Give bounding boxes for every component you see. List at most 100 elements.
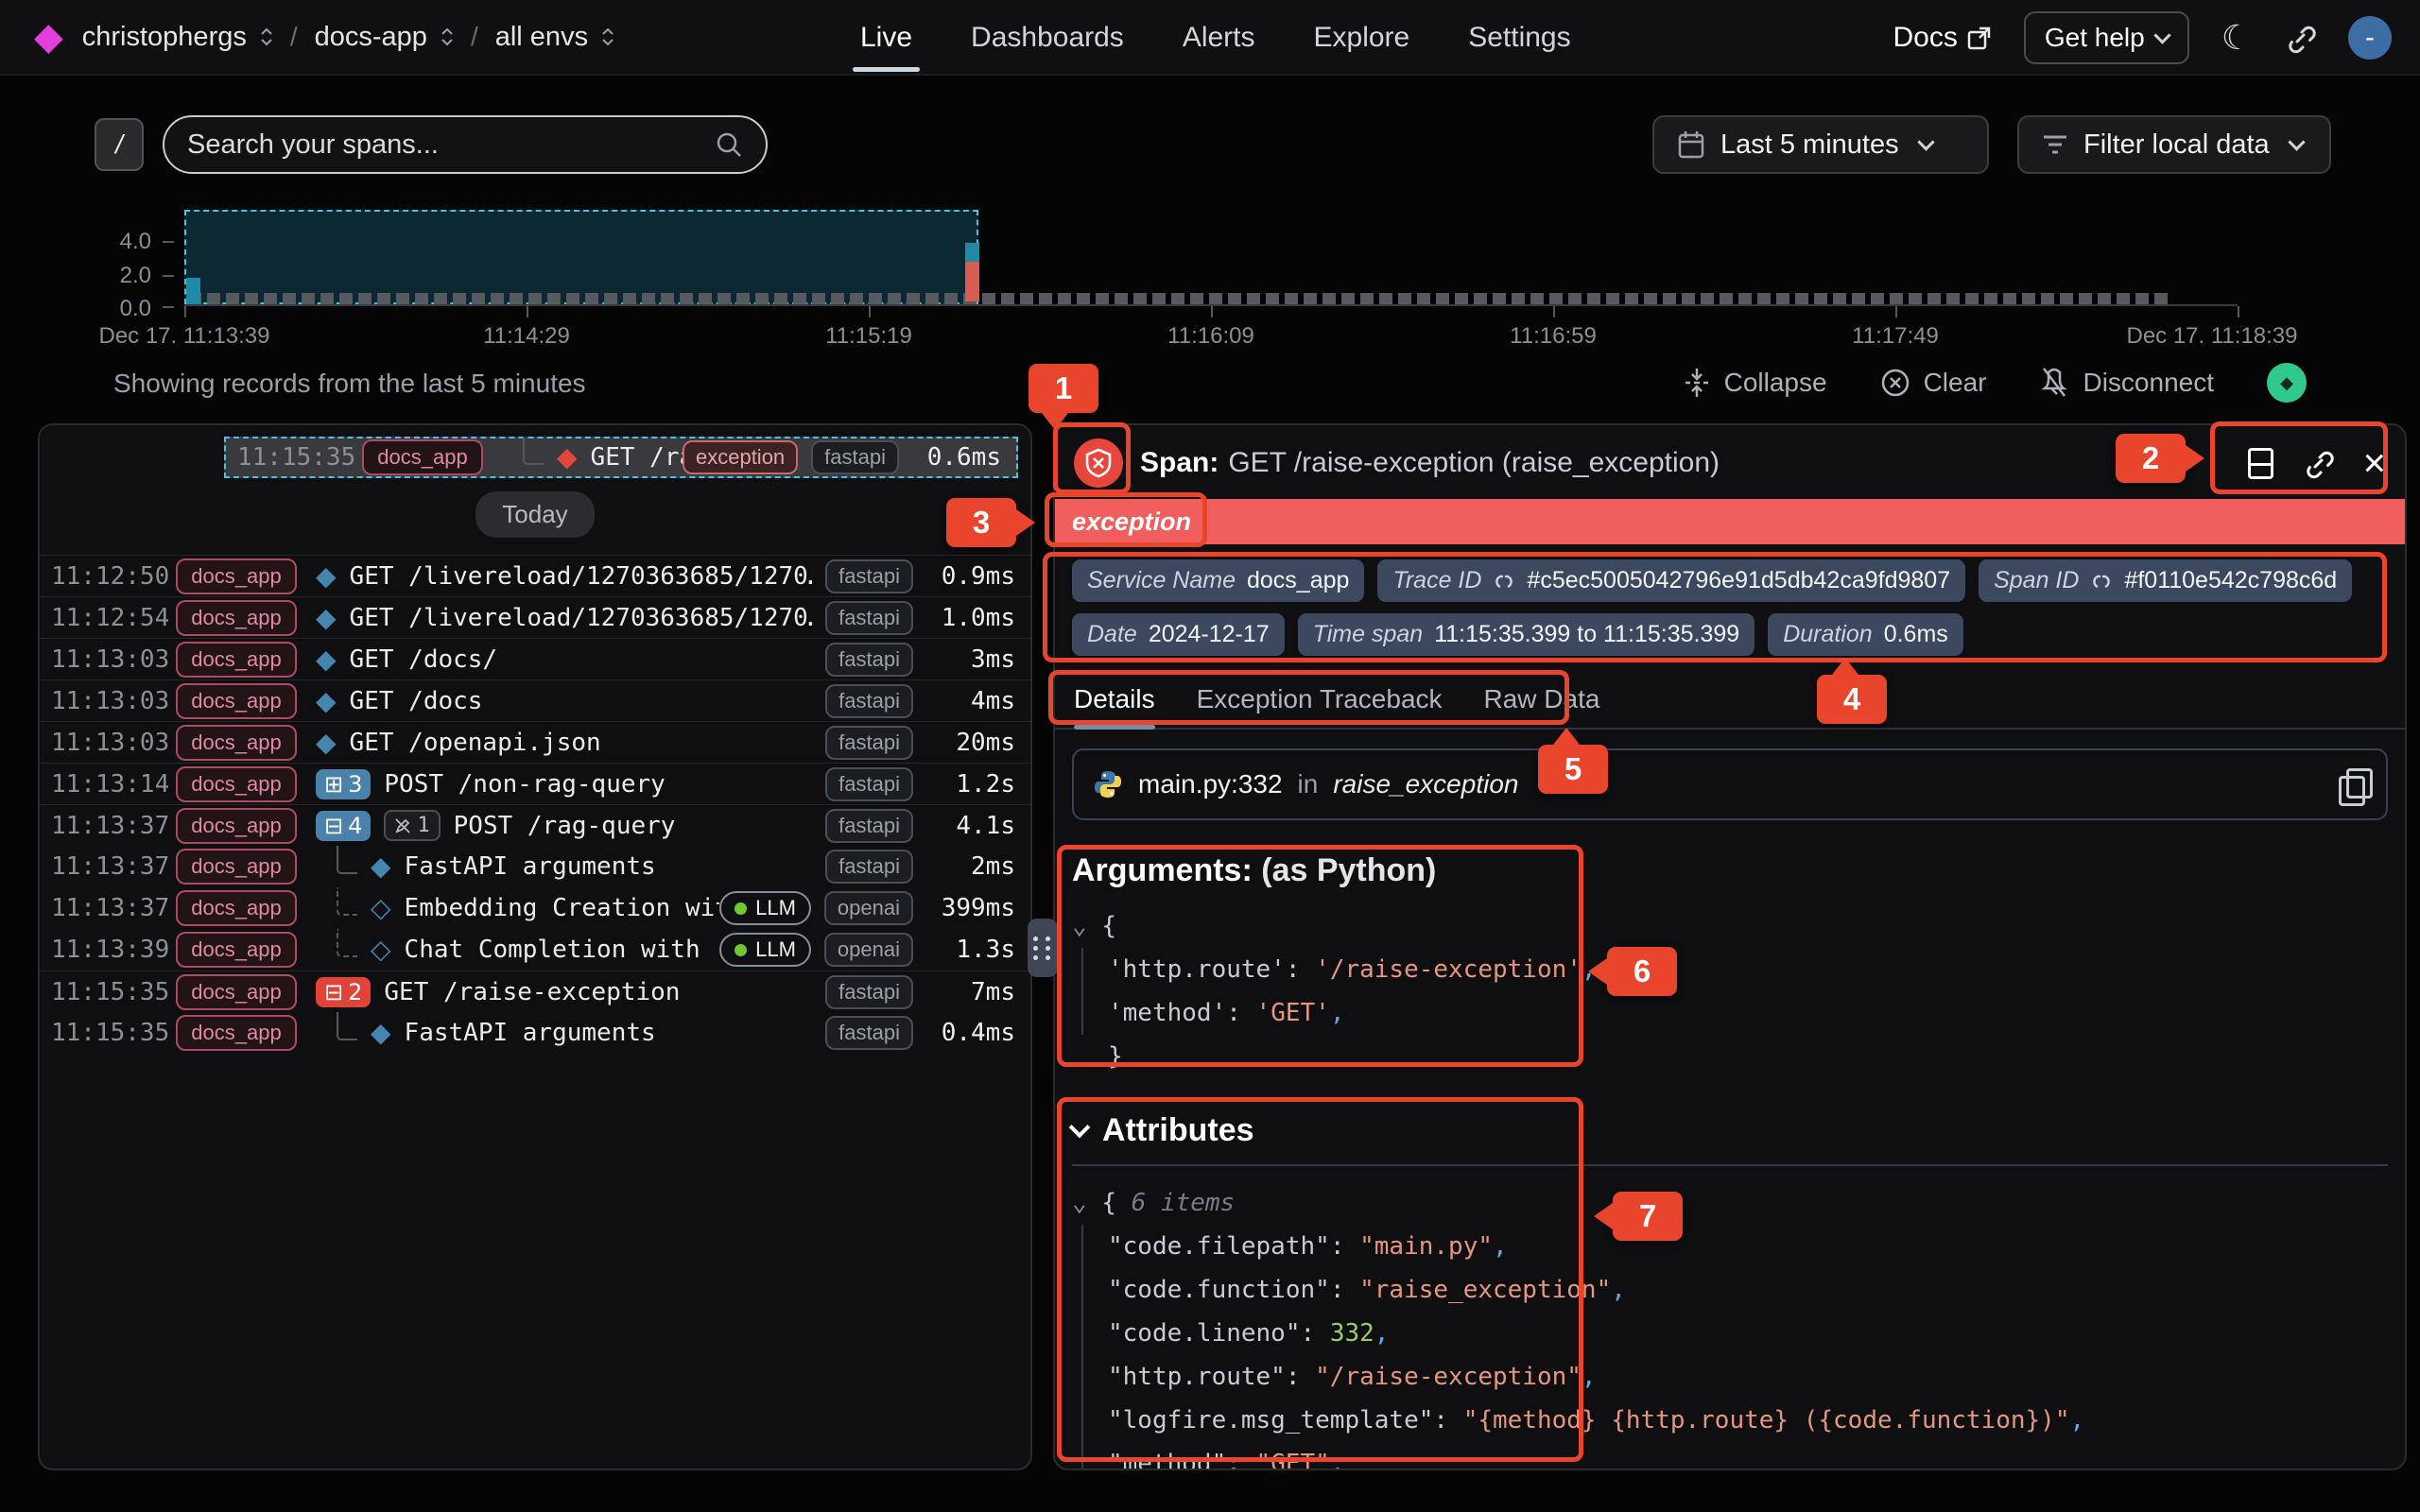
row-time: 11:13:37 <box>51 894 163 922</box>
tab-exception-traceback[interactable]: Exception Traceback <box>1197 684 1443 728</box>
scrubbed-count-badge[interactable]: 1 <box>384 810 440 841</box>
service-badge: docs_app <box>176 642 297 678</box>
docs-link[interactable]: Docs <box>1893 22 1992 54</box>
span-row[interactable]: 11:13:03 docs_app ◆ GET /docs/ fastapi 3… <box>40 638 1030 679</box>
source-file[interactable]: main.py:332 <box>1138 769 1283 799</box>
python-icon <box>1093 769 1123 799</box>
share-link-icon[interactable] <box>2284 22 2316 54</box>
live-status-indicator[interactable]: ◆ <box>2267 363 2307 403</box>
tab-settings[interactable]: Settings <box>1468 0 1570 76</box>
disconnect-button[interactable]: Disconnect <box>2039 367 2214 399</box>
span-name: GET /docs <box>350 687 483 715</box>
span-row[interactable]: 11:15:35 docs_app ⊟2 GET /raise-exceptio… <box>40 971 1030 1012</box>
meta-span-id[interactable]: Span ID #f0110e542c798c6d <box>1979 559 2352 602</box>
span-duration: 20ms <box>913 729 1015 757</box>
meta-service-name: Service Namedocs_app <box>1072 559 1364 602</box>
collapse-caret-icon[interactable]: ⌄ <box>1072 912 1101 940</box>
collapse-caret-icon[interactable]: ⌄ <box>1072 1189 1101 1217</box>
clear-button[interactable]: Clear <box>1880 368 1987 398</box>
copy-icon[interactable] <box>2339 768 2367 800</box>
service-badge: docs_app <box>176 974 297 1010</box>
chart-bar-errors <box>965 262 979 301</box>
collapse-button[interactable]: Collapse <box>1683 367 1827 399</box>
breadcrumb-separator: / <box>290 22 298 52</box>
span-row-child[interactable]: 11:13:37 docs_app ◇ Embedding Creation w… <box>40 887 1030 929</box>
collapse-count-badge-error[interactable]: ⊟2 <box>316 977 371 1007</box>
logfire-logo-icon[interactable]: ◆ <box>34 18 63 56</box>
minus-square-icon: ⊟ <box>324 979 343 1005</box>
collapse-count-badge[interactable]: ⊟4 <box>316 811 371 841</box>
tab-explore[interactable]: Explore <box>1314 0 1410 76</box>
span-row-child[interactable]: 11:13:37 docs_app ◆ FastAPI arguments fa… <box>40 846 1030 887</box>
service-badge: docs_app <box>176 808 297 844</box>
span-row[interactable]: 11:13:14 docs_app ⊞3 POST /non-rag-query… <box>40 763 1030 804</box>
llm-badge: LLM <box>719 933 811 967</box>
service-badge: docs_app <box>176 766 297 802</box>
tab-alerts[interactable]: Alerts <box>1183 0 1255 76</box>
panel-resize-handle[interactable] <box>1028 919 1058 977</box>
span-activity-chart[interactable]: 4.0 2.0 0.0 Dec 17. 11:13:39 11:14:29 11… <box>0 198 2420 354</box>
copy-link-icon[interactable] <box>2302 447 2334 479</box>
breadcrumb-env[interactable]: all envs <box>495 22 588 53</box>
toggle-panel-layout-icon[interactable] <box>2248 448 2273 479</box>
service-badge: docs_app <box>176 890 297 926</box>
select-arrows-icon[interactable] <box>260 27 273 46</box>
docs-label: Docs <box>1893 22 1958 54</box>
span-diamond-icon: ◆ <box>316 646 337 673</box>
detail-tabs: Details Exception Traceback Raw Data <box>1055 671 2405 730</box>
span-row-selected[interactable]: 11:15:35 docs_app ◆ GET /raise-exception… <box>224 437 1018 478</box>
span-duration: 7ms <box>913 978 1015 1006</box>
external-link-icon <box>1967 26 1992 50</box>
user-avatar[interactable]: - <box>2348 16 2392 60</box>
span-name: Chat Completion with '… <box>405 936 720 964</box>
exception-shield-icon <box>1074 438 1123 488</box>
chart-selection-window[interactable] <box>184 210 978 304</box>
span-row[interactable]: 11:13:03 docs_app ◆ GET /docs fastapi 4m… <box>40 679 1030 721</box>
breadcrumb-org[interactable]: christophergs <box>82 22 247 53</box>
today-button[interactable]: Today <box>475 491 594 538</box>
span-row[interactable]: 11:13:37 docs_app ⊟4 1 POST /rag-query f… <box>40 804 1030 846</box>
span-search <box>163 115 768 174</box>
select-arrows-icon[interactable] <box>441 27 454 46</box>
chart-bar-spans-start <box>186 278 200 304</box>
span-row-child[interactable]: 11:13:39 docs_app ◇ Chat Completion with… <box>40 929 1030 971</box>
span-row-child[interactable]: 11:15:35 docs_app ◆ FastAPI arguments fa… <box>40 1012 1030 1054</box>
time-range-button[interactable]: Last 5 minutes <box>1652 115 1989 174</box>
search-input[interactable] <box>187 129 715 161</box>
span-row[interactable]: 11:12:54 docs_app ◆ GET /livereload/1270… <box>40 596 1030 638</box>
span-row[interactable]: 11:12:50 docs_app ◆ GET /livereload/1270… <box>40 555 1030 596</box>
filter-local-data-button[interactable]: Filter local data <box>2017 115 2331 174</box>
arguments-code: ⌄ { 'http.route': '/raise-exception', 'm… <box>1072 904 2388 1078</box>
disconnect-label: Disconnect <box>2083 368 2214 398</box>
breadcrumb-project[interactable]: docs-app <box>315 22 427 53</box>
tab-details[interactable]: Details <box>1074 684 1155 728</box>
span-diamond-icon: ◆ <box>316 563 337 590</box>
tab-live[interactable]: Live <box>860 0 912 76</box>
attributes-heading-row[interactable]: Attributes <box>1072 1112 2388 1166</box>
header-actions: Docs Get help ☾ - <box>1893 0 2393 76</box>
span-name: POST /rag-query <box>454 812 676 840</box>
y-tick-label: 0.0 <box>85 296 151 322</box>
theme-toggle-moon-icon[interactable]: ☾ <box>2221 18 2252 58</box>
tab-raw-data[interactable]: Raw Data <box>1484 684 1600 728</box>
meta-duration: Duration0.6ms <box>1768 613 1963 656</box>
span-duration: 4.1s <box>913 812 1015 840</box>
meta-date: Date2024-12-17 <box>1072 613 1285 656</box>
span-duration: 0.4ms <box>913 1019 1015 1047</box>
arguments-section: Arguments: (as Python) ⌄ { 'http.route':… <box>1072 852 2388 1078</box>
span-diamond-icon: ◆ <box>316 730 337 756</box>
expand-count-badge[interactable]: ⊞3 <box>316 769 371 799</box>
row-time: 11:13:37 <box>51 852 163 881</box>
select-arrows-icon[interactable] <box>601 27 614 46</box>
source-location: main.py:332 in raise_exception <box>1072 748 2388 820</box>
service-badge: docs_app <box>176 725 297 761</box>
row-time: 11:13:03 <box>51 687 163 715</box>
tree-connector-dashed <box>337 887 357 916</box>
close-panel-icon[interactable]: × <box>2362 443 2386 483</box>
chevron-down-icon <box>2288 133 2305 150</box>
span-diamond-outline-icon: ◇ <box>371 895 391 921</box>
meta-trace-id[interactable]: Trace ID #c5ec5005042796e91d5db42ca9fd98… <box>1377 559 1965 602</box>
span-row[interactable]: 11:13:03 docs_app ◆ GET /openapi.json fa… <box>40 721 1030 763</box>
tab-dashboards[interactable]: Dashboards <box>971 0 1124 76</box>
get-help-button[interactable]: Get help <box>2024 11 2189 64</box>
